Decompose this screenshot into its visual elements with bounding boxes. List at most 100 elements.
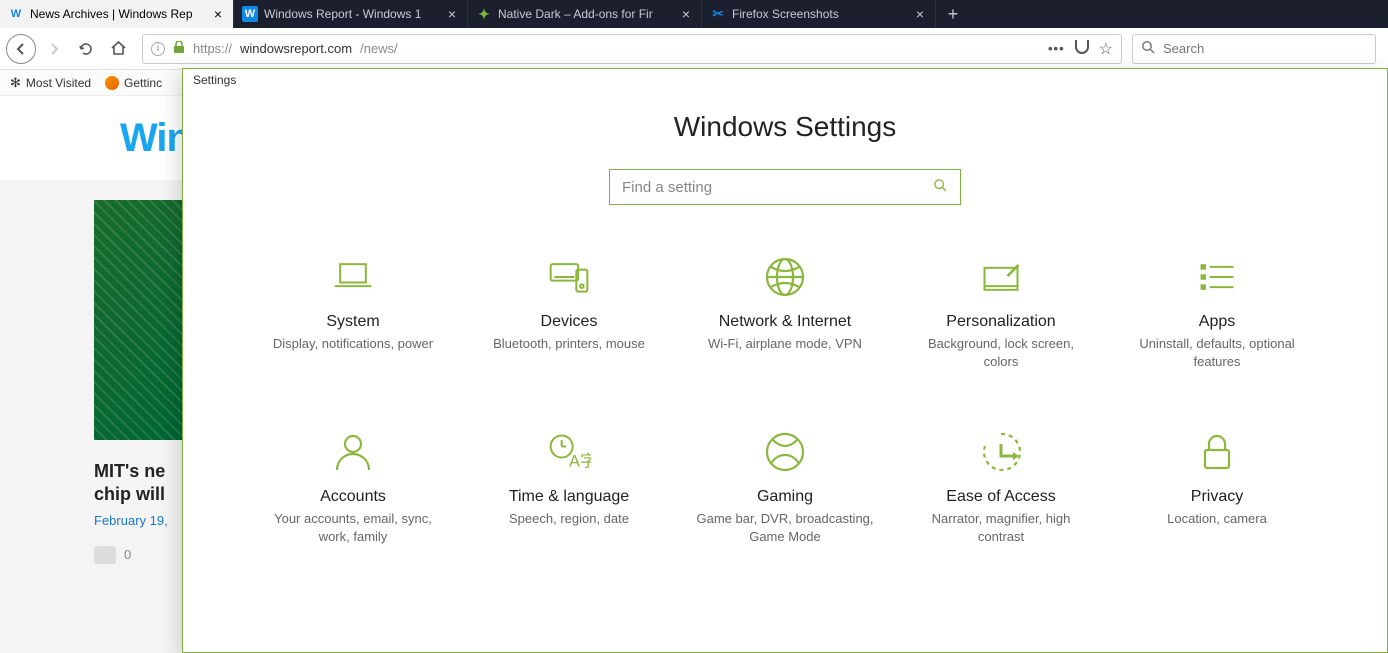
settings-titlebar: Settings	[183, 69, 1387, 91]
tab-title: Windows Report - Windows 1	[264, 7, 439, 21]
firefox-icon	[105, 76, 119, 90]
tile-desc: Location, camera	[1167, 510, 1267, 528]
forward-button[interactable]	[40, 35, 68, 63]
tile-title: Apps	[1199, 313, 1235, 331]
article-comments: 0	[94, 546, 184, 564]
tile-apps[interactable]: Apps Uninstall, defaults, optional featu…	[1119, 255, 1315, 370]
home-icon	[110, 40, 127, 57]
tile-time-language[interactable]: A字 Time & language Speech, region, date	[471, 430, 667, 545]
tile-desc: Your accounts, email, sync, work, family	[263, 510, 443, 545]
find-setting-input[interactable]: Find a setting	[609, 169, 961, 205]
reload-button[interactable]	[72, 35, 100, 63]
navigation-toolbar: i https:// windowsreport.com/news/ ••• ☆	[0, 28, 1388, 70]
laptop-icon	[329, 255, 377, 299]
search-bar[interactable]	[1132, 34, 1376, 64]
tile-title: Personalization	[946, 313, 1055, 331]
tab-news-archives[interactable]: W News Archives | Windows Rep ×	[0, 0, 234, 28]
article-image	[94, 200, 184, 440]
tile-desc: Game bar, DVR, broadcasting, Game Mode	[695, 510, 875, 545]
bookmark-getting-started[interactable]: Gettinc	[105, 76, 162, 90]
new-tab-button[interactable]: +	[936, 0, 970, 28]
tab-firefox-screenshots[interactable]: ✂ Firefox Screenshots ×	[702, 0, 936, 28]
tile-title: Devices	[541, 313, 598, 331]
tile-privacy[interactable]: Privacy Location, camera	[1119, 430, 1315, 545]
tile-title: Privacy	[1191, 488, 1243, 506]
tab-title: Firefox Screenshots	[732, 7, 907, 21]
tile-title: Accounts	[320, 488, 386, 506]
tile-accounts[interactable]: Accounts Your accounts, email, sync, wor…	[255, 430, 451, 545]
search-input[interactable]	[1163, 41, 1367, 56]
person-icon	[329, 430, 377, 474]
xbox-icon	[761, 430, 809, 474]
tile-title: Time & language	[509, 488, 629, 506]
tile-desc: Speech, region, date	[509, 510, 629, 528]
tile-desc: Uninstall, defaults, optional features	[1127, 335, 1307, 370]
tile-title: Ease of Access	[946, 488, 1055, 506]
search-icon	[1141, 40, 1155, 57]
tile-desc: Display, notifications, power	[273, 335, 433, 353]
ease-of-access-icon	[977, 430, 1025, 474]
url-host: windowsreport.com	[240, 41, 352, 56]
close-icon[interactable]: ×	[211, 6, 225, 22]
favicon-w-icon: W	[242, 6, 258, 22]
favicon-puzzle-icon: ✦	[476, 6, 492, 22]
bookmark-label: Gettinc	[124, 76, 162, 90]
find-setting-placeholder: Find a setting	[622, 179, 933, 196]
tile-system[interactable]: System Display, notifications, power	[255, 255, 451, 370]
comment-count: 0	[124, 547, 131, 562]
close-icon[interactable]: ×	[445, 6, 459, 22]
tab-windows-report[interactable]: W Windows Report - Windows 1 ×	[234, 0, 468, 28]
home-button[interactable]	[104, 35, 132, 63]
close-icon[interactable]: ×	[913, 6, 927, 22]
tile-title: Gaming	[757, 488, 813, 506]
tile-personalization[interactable]: Personalization Background, lock screen,…	[903, 255, 1099, 370]
settings-window: Settings Windows Settings Find a setting…	[182, 68, 1388, 653]
time-language-icon: A字	[545, 430, 593, 474]
svg-text:A字: A字	[569, 452, 591, 471]
arrow-left-icon	[13, 41, 29, 57]
reload-icon	[78, 41, 94, 57]
url-path: /news/	[360, 41, 398, 56]
tab-strip: W News Archives | Windows Rep × W Window…	[0, 0, 1388, 28]
bookmark-most-visited[interactable]: ✻ Most Visited	[10, 75, 91, 91]
site-info-icon[interactable]: i	[151, 42, 165, 56]
tile-network[interactable]: Network & Internet Wi-Fi, airplane mode,…	[687, 255, 883, 370]
article-title: MIT's ne chip will	[94, 460, 184, 507]
tile-title: Network & Internet	[719, 313, 852, 331]
lock-icon	[173, 41, 185, 57]
article-date: February 19,	[94, 513, 184, 528]
paint-icon	[977, 255, 1025, 299]
favicon-w-icon: W	[8, 6, 24, 22]
search-icon	[933, 178, 948, 197]
favicon-scissors-icon: ✂	[710, 6, 726, 22]
tile-ease-of-access[interactable]: Ease of Access Narrator, magnifier, high…	[903, 430, 1099, 545]
comment-icon	[94, 546, 116, 564]
back-button[interactable]	[6, 34, 36, 64]
close-icon[interactable]: ×	[679, 6, 693, 22]
lock-icon	[1193, 430, 1241, 474]
gear-icon: ✻	[10, 75, 21, 91]
page-actions-icon[interactable]: •••	[1048, 41, 1065, 56]
globe-icon	[761, 255, 809, 299]
tile-desc: Wi-Fi, airplane mode, VPN	[708, 335, 862, 353]
tab-title: News Archives | Windows Rep	[30, 7, 205, 21]
settings-heading: Windows Settings	[183, 111, 1387, 143]
article-card[interactable]: MIT's ne chip will February 19, 0	[94, 200, 184, 564]
pocket-icon[interactable]	[1075, 40, 1089, 57]
tile-devices[interactable]: Devices Bluetooth, printers, mouse	[471, 255, 667, 370]
tile-desc: Narrator, magnifier, high contrast	[911, 510, 1091, 545]
url-scheme: https://	[193, 41, 232, 56]
url-bar[interactable]: i https:// windowsreport.com/news/ ••• ☆	[142, 34, 1122, 64]
devices-icon	[545, 255, 593, 299]
tab-title: Native Dark – Add-ons for Fir	[498, 7, 673, 21]
tab-native-dark[interactable]: ✦ Native Dark – Add-ons for Fir ×	[468, 0, 702, 28]
tile-title: System	[326, 313, 379, 331]
apps-list-icon	[1193, 255, 1241, 299]
settings-tiles: System Display, notifications, power Dev…	[255, 255, 1315, 545]
arrow-right-icon	[46, 41, 62, 57]
tile-desc: Background, lock screen, colors	[911, 335, 1091, 370]
bookmark-label: Most Visited	[26, 76, 91, 90]
tile-desc: Bluetooth, printers, mouse	[493, 335, 645, 353]
tile-gaming[interactable]: Gaming Game bar, DVR, broadcasting, Game…	[687, 430, 883, 545]
bookmark-star-icon[interactable]: ☆	[1099, 39, 1113, 59]
